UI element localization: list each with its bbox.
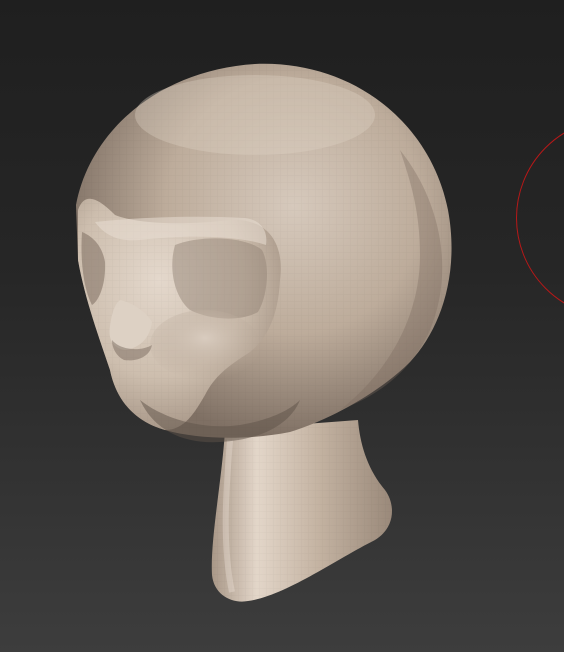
neck [211,420,392,602]
sculpt-viewport[interactable] [0,0,564,652]
sculpt-model[interactable] [0,0,564,652]
